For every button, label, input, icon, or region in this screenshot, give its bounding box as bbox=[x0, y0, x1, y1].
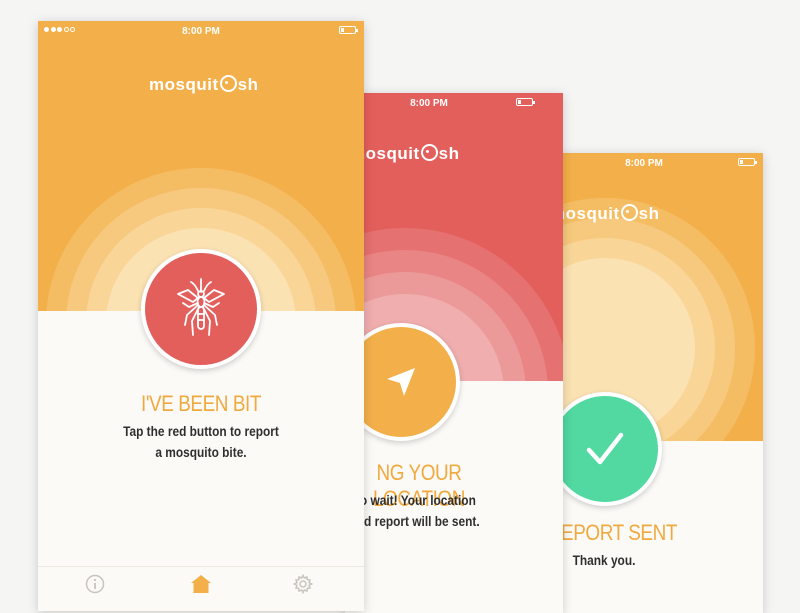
checkmark-icon bbox=[586, 432, 624, 465]
app-logo: mosquit sh bbox=[350, 144, 459, 164]
description-line: Tap the red button to report bbox=[123, 423, 279, 439]
logo-text-suffix: sh bbox=[638, 204, 660, 223]
status-bar: 8:00 PM bbox=[38, 21, 364, 41]
logo-text-suffix: sh bbox=[237, 75, 259, 94]
screen-title: EPORT SENT bbox=[561, 520, 677, 545]
screen-title: I'VE BEEN BIT bbox=[141, 391, 261, 416]
status-time: 8:00 PM bbox=[182, 26, 220, 37]
tab-info[interactable] bbox=[84, 573, 106, 595]
home-icon bbox=[191, 575, 211, 593]
tab-home[interactable] bbox=[190, 573, 212, 595]
logo-text-prefix: mosquit bbox=[149, 75, 219, 94]
tab-bar bbox=[38, 566, 364, 601]
screen-description: eed to wait! Your location red and repor… bbox=[345, 490, 484, 532]
status-time: 8:00 PM bbox=[625, 158, 663, 169]
info-icon bbox=[85, 574, 105, 594]
report-bite-button[interactable] bbox=[141, 249, 261, 369]
description-line: red and report will be sent. bbox=[345, 513, 480, 529]
logo-text-suffix: sh bbox=[438, 144, 460, 163]
screen-description: Thank you. bbox=[555, 550, 692, 571]
battery-icon bbox=[339, 26, 358, 34]
app-logo: mosquit sh bbox=[555, 204, 659, 224]
tab-settings[interactable] bbox=[292, 573, 314, 595]
description-line: Thank you. bbox=[572, 552, 636, 568]
app-logo: mosquit sh bbox=[149, 75, 258, 95]
logo-text-prefix: mosquit bbox=[555, 204, 620, 223]
screen-report-sent: 8:00 PM mosquit sh EPORT SENT Thank you. bbox=[555, 153, 763, 613]
screen-description: Tap the red button to report a mosquito … bbox=[62, 421, 339, 463]
gear-icon bbox=[293, 574, 313, 594]
target-icon bbox=[219, 75, 237, 92]
status-bar: 8:00 PM bbox=[555, 153, 763, 173]
status-bar: 8:00 PM bbox=[345, 93, 563, 113]
battery-icon bbox=[738, 158, 757, 166]
screen-finding-location: 8:00 PM mosquit sh NG YOUR LOCATION eed t… bbox=[345, 93, 563, 613]
description-line: a mosquito bite. bbox=[155, 444, 247, 460]
battery-icon bbox=[516, 98, 535, 106]
target-icon bbox=[420, 144, 438, 161]
screen-been-bit: 8:00 PM mosquit sh I'VE BEEN BIT Tap the … bbox=[38, 21, 364, 611]
description-line: eed to wait! Your location bbox=[345, 492, 476, 508]
mosquito-icon bbox=[177, 278, 225, 336]
location-arrow-icon bbox=[387, 368, 415, 396]
target-icon bbox=[620, 204, 638, 221]
